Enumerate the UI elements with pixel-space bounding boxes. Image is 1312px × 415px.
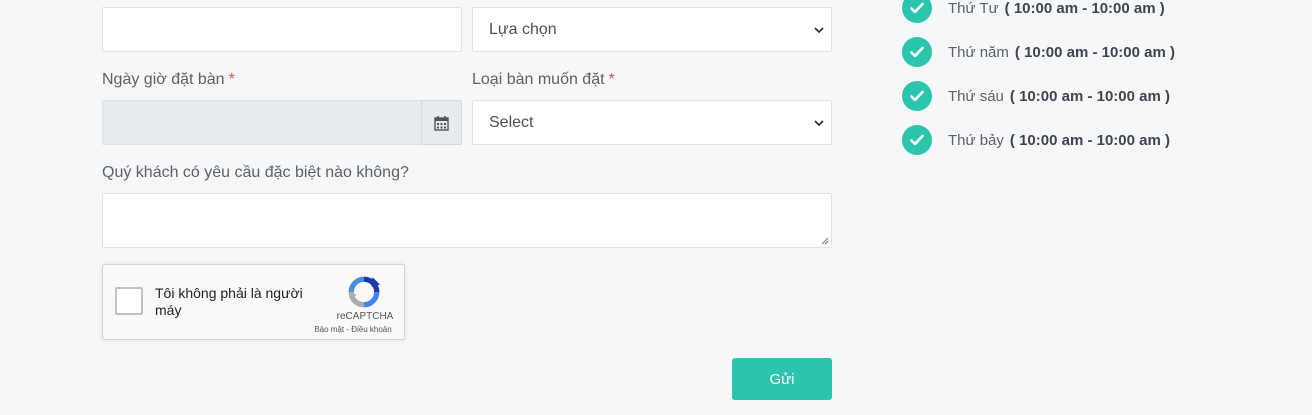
hours-day: Thứ sáu [948,87,1004,105]
chevron-down-icon [814,119,824,126]
hours-day: Thứ Tư [948,0,999,17]
top-select-value: Lựa chọn [489,20,557,38]
hours-row-1: Thứ năm ( 10:00 am - 10:00 am ) [902,30,1302,74]
recaptcha-logo [348,276,380,308]
hours-row-3: Thứ bảy ( 10:00 am - 10:00 am ) [902,118,1302,162]
hours-time: ( 10:00 am - 10:00 am ) [1009,87,1170,105]
recaptcha-brand: reCAPTCHA [336,311,394,322]
top-select[interactable]: Lựa chọn [472,7,832,52]
special-request-label: Quý khách có yêu cầu đặc biệt nào không? [102,164,409,181]
submit-button[interactable]: Gửi [732,358,832,400]
recaptcha-links[interactable]: Bảo mật - Điều khoản [309,325,397,334]
check-circle-icon [902,0,932,23]
hours-day: Thứ năm [948,43,1009,61]
table-type-label: Loại bàn muốn đặt * [472,71,615,89]
chevron-down-icon [814,26,824,33]
required-mark: * [608,71,615,88]
hours-row-2: Thứ sáu ( 10:00 am - 10:00 am ) [902,74,1302,118]
calendar-button[interactable] [421,100,462,145]
calendar-icon [434,115,449,131]
check-circle-icon [902,37,932,67]
recaptcha-label: Tôi không phải là người máy [155,285,303,318]
opening-hours-list: Thứ Tư ( 10:00 am - 10:00 am ) Thứ năm (… [902,0,1302,162]
resize-handle-icon[interactable] [821,237,829,245]
hours-time: ( 10:00 am - 10:00 am ) [1009,131,1170,149]
hours-time: ( 10:00 am - 10:00 am ) [1004,0,1165,17]
table-type-label-text: Loại bàn muốn đặt [472,71,605,88]
date-label: Ngày giờ đặt bàn * [102,71,235,89]
hours-day: Thứ bảy [948,131,1004,149]
hours-time: ( 10:00 am - 10:00 am ) [1014,43,1175,61]
required-mark: * [228,71,235,88]
table-type-select-value: Select [489,113,534,131]
date-input[interactable] [102,100,422,145]
top-text-input[interactable] [102,7,462,52]
check-circle-icon [902,81,932,111]
check-circle-icon [902,125,932,155]
hours-row-0: Thứ Tư ( 10:00 am - 10:00 am ) [902,0,1302,30]
recaptcha-widget: Tôi không phải là người máy reCAPTCHA Bả… [102,264,405,340]
date-label-text: Ngày giờ đặt bàn [102,71,225,88]
special-request-textarea[interactable] [102,193,832,248]
table-type-select[interactable]: Select [472,100,832,145]
recaptcha-checkbox[interactable] [115,287,143,315]
